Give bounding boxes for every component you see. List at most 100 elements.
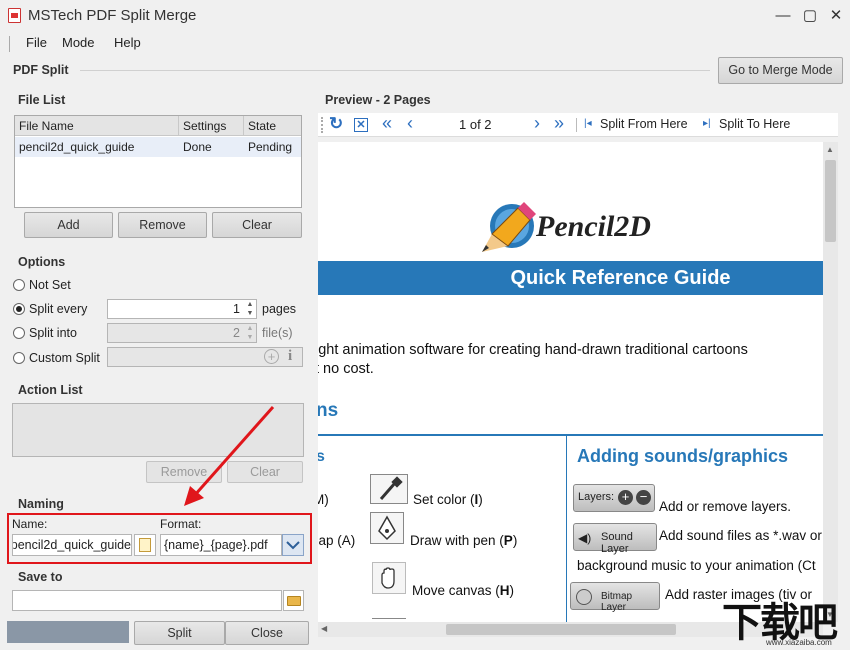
split-to-here-button[interactable]: Split To Here (719, 117, 790, 131)
add-layer-icon: + (618, 490, 633, 505)
move-canvas-label: Move canvas ( (412, 583, 500, 598)
column-header-settings[interactable]: Settings (179, 116, 244, 136)
table-row[interactable]: pencil2d_quick_guide Done Pending (15, 137, 301, 157)
split-every-radio[interactable] (13, 303, 25, 315)
annotation-arrow (184, 406, 275, 506)
naming-highlight-box (7, 513, 312, 564)
page-indicator[interactable]: 1 of 2 (459, 117, 492, 132)
set-color-text: Set color (I) (413, 492, 483, 507)
split-into-radio[interactable] (13, 327, 25, 339)
remove-button[interactable]: Remove (118, 212, 207, 238)
previous-page-icon[interactable]: ‹ (407, 113, 413, 134)
bitmap-layer-pill: Bitmap Layer (570, 582, 660, 613)
not-set-radio[interactable] (13, 279, 25, 291)
split-into-label: Split into (29, 326, 77, 340)
cell-file-name: pencil2d_quick_guide (15, 137, 179, 157)
close-preview-icon[interactable]: ✕ (354, 118, 368, 132)
close-button[interactable]: Close (225, 621, 309, 645)
app-icon (8, 8, 21, 23)
action-list-title: Action List (18, 383, 83, 397)
intro-line-1: ight animation software for creating han… (318, 342, 748, 358)
move-canvas-suffix: ) (509, 583, 515, 598)
folder-icon (287, 596, 301, 606)
menu-grip (9, 36, 11, 52)
scroll-left-arrow[interactable]: ◀ (321, 624, 327, 633)
close-window-button[interactable]: ✕ (825, 6, 847, 26)
column-header-file-name[interactable]: File Name (15, 116, 179, 136)
cell-settings: Done (179, 137, 244, 157)
not-set-label: Not Set (29, 278, 71, 292)
file-list-table[interactable]: File Name Settings State pencil2d_quick_… (14, 115, 302, 208)
window-title: MSTech PDF Split Merge (28, 7, 197, 24)
watermark-logo: 下载吧 www.xiazaiba.com (716, 590, 850, 650)
add-button[interactable]: Add (24, 212, 113, 238)
vertical-scroll-thumb[interactable] (825, 160, 836, 242)
bitmap-icon (576, 589, 592, 605)
save-to-input[interactable] (12, 590, 282, 611)
intro-line-2: t no cost. (318, 361, 374, 377)
split-every-input[interactable]: 1 (107, 299, 257, 319)
menu-file[interactable]: File (26, 35, 47, 50)
left-column-heading: s (318, 448, 325, 465)
move-canvas-text: Move canvas (H) (412, 583, 514, 598)
refresh-icon[interactable]: ↻ (329, 114, 343, 134)
menu-mode[interactable]: Mode (62, 35, 95, 50)
layers-pill: Layers: + − (573, 484, 655, 512)
last-page-icon[interactable]: » (554, 113, 564, 134)
pencil-logo-icon (482, 202, 536, 252)
split-to-here-icon: ▸| (703, 118, 711, 129)
file-list-title: File List (18, 93, 66, 107)
options-title: Options (18, 255, 66, 269)
move-canvas-key: H (499, 583, 510, 598)
toolbar-separator (576, 118, 577, 132)
first-page-icon[interactable]: « (382, 113, 392, 134)
logo-text: Pencil2D (536, 210, 651, 243)
info-icon[interactable]: i (288, 348, 292, 365)
sound-layer-pill: Sound Layer ◀) (573, 523, 657, 555)
draw-with-pen-label: Draw with pen ( (410, 533, 504, 548)
toolbar-grip (321, 117, 323, 133)
split-button[interactable]: Split (134, 621, 225, 645)
add-range-icon[interactable]: + (264, 349, 279, 364)
preview-title: Preview - 2 Pages (325, 93, 431, 107)
guide-banner: Quick Reference Guide (318, 261, 823, 295)
progress-bar (7, 621, 129, 643)
menu-bar: File Mode Help (0, 32, 850, 54)
split-from-here-icon: |◂ (584, 118, 592, 129)
eyedropper-tool-icon (370, 474, 408, 504)
draw-with-pen-key: P (503, 533, 513, 548)
split-every-unit: pages (262, 302, 297, 316)
speaker-icon: ◀) (578, 531, 592, 545)
column-header-state[interactable]: State (244, 116, 301, 136)
horizontal-scroll-thumb[interactable] (446, 624, 676, 635)
minimize-button[interactable]: — (772, 6, 794, 26)
set-color-suffix: ) (478, 492, 483, 507)
draw-with-pen-suffix: ) (512, 533, 518, 548)
header-divider (80, 70, 710, 71)
right-column-heading: Adding sounds/graphics (577, 446, 789, 466)
next-page-icon[interactable]: › (534, 113, 540, 134)
split-into-input[interactable]: 2 (107, 323, 257, 343)
section-title: PDF Split (13, 63, 69, 77)
browse-folder-button[interactable] (283, 590, 304, 611)
menu-help[interactable]: Help (114, 35, 141, 50)
split-into-unit: file(s) (262, 326, 293, 340)
naming-title: Naming (18, 497, 64, 511)
maximize-button[interactable]: ▢ (799, 6, 821, 26)
tool-prefix-2: nap (A) (318, 533, 356, 548)
section-rule (318, 434, 823, 436)
go-to-merge-mode-button[interactable]: Go to Merge Mode (718, 57, 843, 84)
split-from-here-button[interactable]: Split From Here (600, 117, 688, 131)
split-into-stepper[interactable]: ▲ ▼ (244, 324, 256, 342)
custom-split-radio[interactable] (13, 352, 25, 364)
draw-with-pen-text: Draw with pen (P) (410, 533, 517, 548)
preview-vertical-scrollbar[interactable]: ▲ ▼ (823, 142, 838, 622)
hand-tool-icon (372, 562, 406, 594)
clear-button[interactable]: Clear (212, 212, 302, 238)
split-every-stepper[interactable]: ▲ ▼ (244, 300, 256, 318)
custom-split-label: Custom Split (29, 351, 100, 365)
title-bar: MSTech PDF Split Merge — ▢ ✕ (0, 0, 850, 32)
layers-text: Add or remove layers. (659, 499, 792, 514)
column-rule (566, 436, 567, 622)
scroll-up-arrow[interactable]: ▲ (826, 145, 834, 154)
